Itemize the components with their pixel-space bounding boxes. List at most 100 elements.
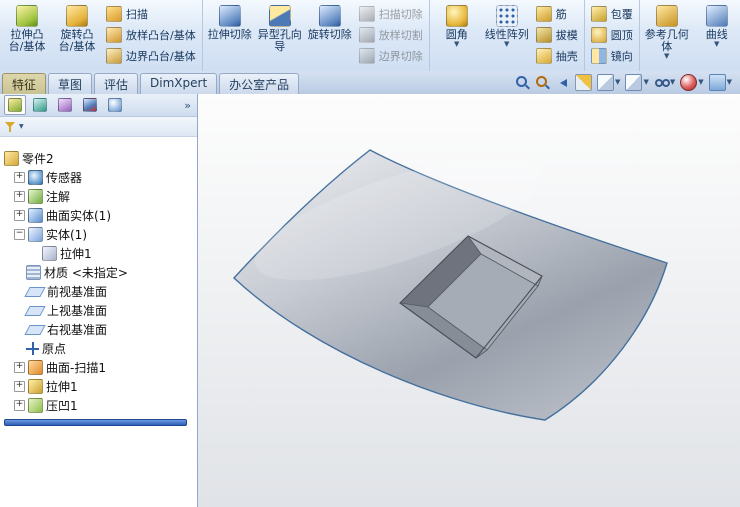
tree-root-label: 零件2 [22, 152, 54, 166]
tab-displaymanager[interactable] [104, 95, 126, 115]
mirror-button[interactable]: 镜向 [588, 46, 636, 65]
tab-features[interactable]: 特征 [2, 73, 47, 94]
display-style-button[interactable]: ▼ [625, 74, 649, 91]
graphics-viewport[interactable] [198, 94, 740, 507]
zoom-fit-button[interactable] [515, 75, 530, 90]
linear-pattern-icon [495, 5, 518, 27]
filter-icon[interactable] [5, 121, 17, 133]
tab-featuremanager[interactable] [4, 95, 26, 115]
tree-item-indent1[interactable]: + 压凹1 [0, 396, 197, 415]
model-3d [233, 149, 668, 421]
top-plane-icon [24, 305, 46, 316]
draft-button[interactable]: 拔模 [533, 25, 581, 44]
rib-button[interactable]: 筋 [533, 4, 581, 23]
expand-icon[interactable]: + [14, 362, 25, 373]
tree-item-right-plane[interactable]: 右视基准面 [0, 320, 197, 339]
tree-item-front-plane[interactable]: 前视基准面 [0, 282, 197, 301]
tree-item-solid-bodies[interactable]: − 实体(1) [0, 225, 197, 244]
mirror-label: 镜向 [610, 49, 633, 63]
linear-pattern-button[interactable]: 线性阵列 ▼ [483, 2, 531, 69]
tree-item-surface-bodies[interactable]: + 曲面实体(1) [0, 206, 197, 225]
tree-item-label: 上视基准面 [47, 304, 108, 318]
tree-item-material[interactable]: 材质 <未指定> [0, 263, 197, 282]
expand-icon[interactable]: + [14, 172, 25, 183]
tab-configurationmanager[interactable] [54, 95, 76, 115]
expand-icon[interactable]: + [14, 210, 25, 221]
expand-icon[interactable]: + [14, 191, 25, 202]
dimxpertmanager-icon [83, 98, 97, 112]
tree-item-annotations[interactable]: + 注解 [0, 187, 197, 206]
feature-tree: 零件2 + 传感器 + 注解 + 曲面实体(1) − 实体(1) 拉伸1 材质 … [0, 137, 197, 507]
zoom-area-button[interactable] [535, 75, 550, 90]
curves-button[interactable]: 曲线 ▼ [693, 2, 740, 69]
wrap-icon [590, 5, 607, 22]
edit-appearance-button[interactable]: ▼ [680, 74, 704, 91]
sweep-button[interactable]: 扫描 [103, 4, 199, 23]
material-icon [26, 265, 41, 280]
tree-item-origin[interactable]: 原点 [0, 339, 197, 358]
view-orientation-icon [597, 74, 615, 91]
filter-caret-icon[interactable]: ▼ [19, 123, 24, 130]
right-plane-icon [24, 324, 46, 335]
boundary-boss-label: 边界凸台/基体 [126, 49, 196, 63]
extrude-cut-button[interactable]: 拉伸切除 [206, 2, 254, 69]
tab-office-products[interactable]: 办公室产品 [219, 73, 300, 94]
tree-item-label: 曲面实体(1) [46, 209, 111, 223]
swept-cut-icon [358, 5, 375, 22]
tab-propertymanager[interactable] [29, 95, 51, 115]
zoom-fit-icon [515, 75, 530, 90]
tree-item-label: 传感器 [46, 171, 83, 185]
tree-item-body-extrude1[interactable]: 拉伸1 [0, 244, 197, 263]
wrap-button[interactable]: 包覆 [588, 4, 636, 23]
display-style-icon [625, 74, 643, 91]
view-heads-up-toolbar: ▼ ▼ ▼ ▼ ▼ [515, 74, 740, 94]
boundary-boss-button[interactable]: 边界凸台/基体 [103, 46, 199, 65]
curves-dropdown-icon[interactable]: ▼ [714, 41, 719, 48]
ribbon-group-cut: 拉伸切除 异型孔向导 旋转切除 扫描切除 放样切割 边界切除 [203, 0, 430, 71]
section-view-button[interactable] [575, 74, 593, 91]
view-orientation-button[interactable]: ▼ [597, 74, 620, 91]
extrude-boss-button[interactable]: 拉伸凸台/基体 [3, 2, 51, 69]
extrude-cut-label: 拉伸切除 [207, 28, 252, 41]
tab-sketch[interactable]: 草图 [48, 73, 93, 94]
shell-button[interactable]: 抽壳 [533, 46, 581, 65]
rollback-bar[interactable] [4, 419, 187, 426]
tab-evaluate[interactable]: 评估 [94, 73, 139, 94]
expand-icon[interactable]: + [14, 400, 25, 411]
tree-item-top-plane[interactable]: 上视基准面 [0, 301, 197, 320]
sweep-label: 扫描 [126, 7, 148, 21]
tree-item-surface-sweep1[interactable]: + 曲面-扫描1 [0, 358, 197, 377]
linear-pattern-dropdown-icon[interactable]: ▼ [504, 41, 509, 48]
ribbon-group-boss: 拉伸凸台/基体 旋转凸台/基体 扫描 放样凸台/基体 边界凸台/基体 [0, 0, 203, 71]
solid-bodies-icon [28, 227, 43, 242]
previous-view-button[interactable] [555, 75, 570, 90]
collapse-icon[interactable]: − [14, 229, 25, 240]
reference-geometry-button[interactable]: 参考几何体 ▼ [643, 2, 691, 69]
draft-label: 拔模 [555, 28, 578, 42]
wrap-label: 包覆 [610, 7, 633, 21]
curves-icon [705, 5, 728, 27]
reference-geometry-dropdown-icon[interactable]: ▼ [664, 53, 669, 60]
apply-scene-icon [708, 74, 726, 91]
fillet-dropdown-icon[interactable]: ▼ [454, 41, 459, 48]
apply-scene-button[interactable]: ▼ [708, 74, 732, 91]
fillet-button[interactable]: 圆角 ▼ [433, 2, 481, 69]
tab-dimxpert[interactable]: DimXpert [140, 73, 218, 94]
tree-filter-bar: ▼ [0, 117, 197, 137]
loft-boss-button[interactable]: 放样凸台/基体 [103, 25, 199, 44]
expand-icon[interactable]: + [14, 381, 25, 392]
tree-item-sensors[interactable]: + 传感器 [0, 168, 197, 187]
panel-expand-button[interactable]: » [184, 99, 193, 112]
revolve-cut-button[interactable]: 旋转切除 [306, 2, 354, 69]
dome-button[interactable]: 圆顶 [588, 25, 636, 44]
swept-cut-label: 扫描切除 [378, 7, 423, 21]
tree-item-extrude1[interactable]: + 拉伸1 [0, 377, 197, 396]
hide-show-items-icon [654, 75, 670, 90]
loft-boss-label: 放样凸台/基体 [126, 28, 196, 42]
tab-dimxpertmanager[interactable] [79, 95, 101, 115]
hide-show-items-button[interactable]: ▼ [654, 75, 675, 90]
tree-root-part[interactable]: 零件2 [0, 149, 197, 168]
hole-wizard-button[interactable]: 异型孔向导 [256, 2, 304, 69]
revolve-boss-button[interactable]: 旋转凸台/基体 [53, 2, 101, 69]
dome-icon [590, 26, 607, 43]
